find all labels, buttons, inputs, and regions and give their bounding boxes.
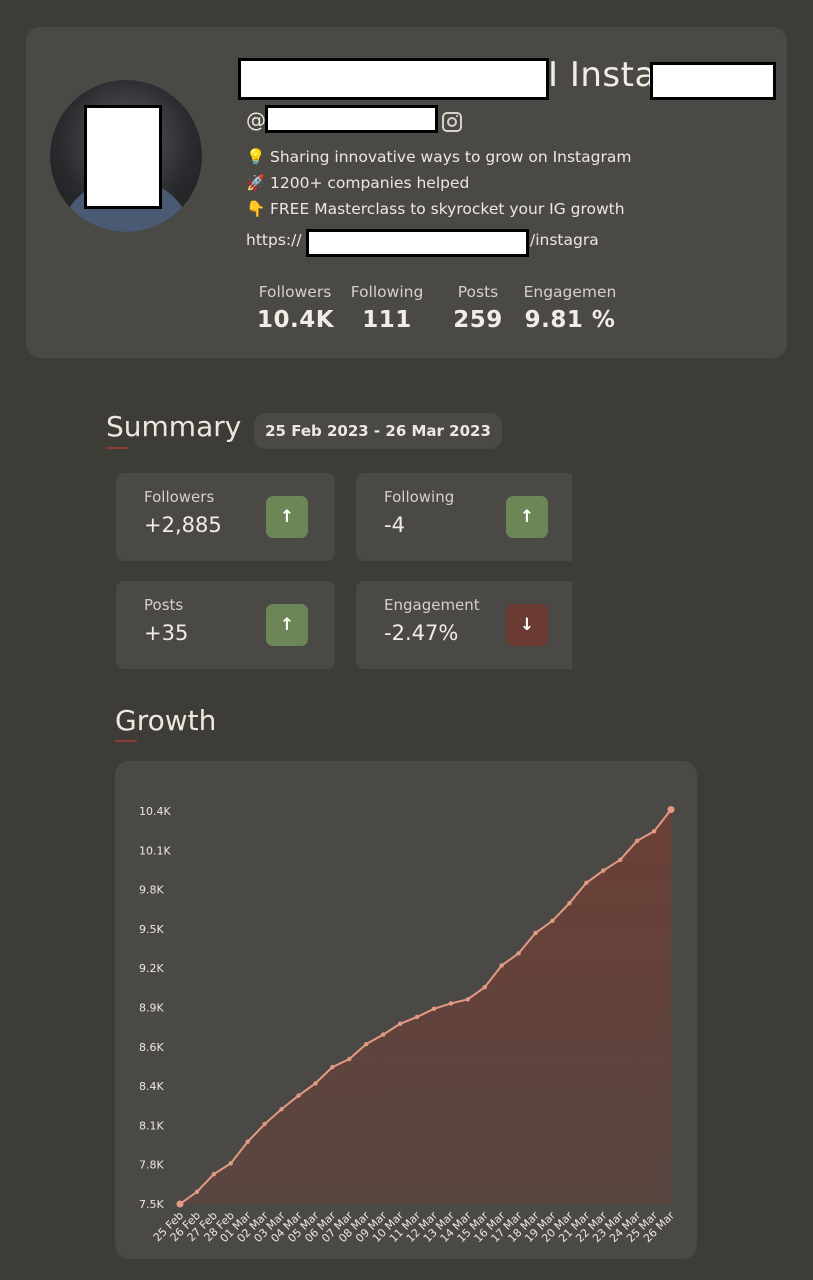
growth-point[interactable] [380, 1032, 386, 1037]
stat-value: 259 [453, 307, 503, 333]
growth-point[interactable] [262, 1121, 267, 1127]
growth-point[interactable] [516, 951, 521, 956]
summary-card-value: -4 [384, 513, 405, 537]
y-tick-label: 10.1K [139, 844, 171, 857]
summary-card-value: -2.47% [384, 621, 459, 645]
stat-value: 111 [362, 307, 412, 333]
summary-card-posts: Posts +35 ↑ [116, 581, 335, 669]
y-tick-label: 8.4K [139, 1080, 164, 1093]
growth-point[interactable] [330, 1064, 335, 1070]
growth-point[interactable] [364, 1041, 369, 1047]
instagram-icon[interactable] [442, 112, 462, 132]
y-tick-label: 10.4K [139, 805, 171, 818]
summary-card-engagement: Engagement -2.47% ↓ [356, 581, 572, 669]
stat-followers: Followers 10.4K [257, 283, 335, 333]
y-tick-label: 9.5K [139, 923, 164, 936]
stat-posts: Posts 259 [446, 283, 510, 333]
bio-line: 💡 Sharing innovative ways to grow on Inst… [246, 148, 631, 166]
summary-card-following: Following -4 ↑ [356, 473, 572, 561]
growth-point[interactable] [176, 1200, 184, 1208]
stat-label: Followers [258, 283, 332, 301]
name-redaction-2 [650, 62, 776, 100]
summary-card-value: +2,885 [144, 513, 222, 537]
growth-area [180, 809, 671, 1204]
pointing-down-icon: 👇 [246, 200, 266, 218]
y-tick-label: 9.8K [139, 884, 164, 897]
avatar-redaction [84, 105, 162, 209]
growth-underline [115, 740, 137, 742]
growth-point[interactable] [499, 963, 504, 968]
handle-prefix: @ [246, 108, 266, 132]
bio-line: 🚀 1200+ companies helped [246, 174, 469, 192]
growth-point[interactable] [414, 1014, 420, 1020]
summary-card-value: +35 [144, 621, 189, 645]
growth-point[interactable] [618, 857, 623, 862]
summary-card-label: Followers [144, 488, 215, 506]
growth-point[interactable] [228, 1161, 233, 1166]
stat-label: Posts [457, 283, 499, 301]
bio-line: 👇 FREE Masterclass to skyrocket your IG g… [246, 200, 625, 218]
growth-point[interactable] [347, 1056, 352, 1062]
summary-underline [106, 447, 128, 449]
y-tick-label: 8.1K [139, 1119, 164, 1132]
growth-point[interactable] [651, 829, 657, 834]
growth-title: Growth [115, 704, 217, 737]
growth-point[interactable] [245, 1139, 250, 1144]
profile-link-suffix[interactable]: /instagra [530, 231, 599, 249]
growth-chart: 7.5K 7.8K 8.1K 8.4K 8.6K 8.9K 9.2K 9.5K 9.8K 10.1… [139, 805, 677, 1245]
growth-point[interactable] [567, 900, 572, 906]
stat-value: 9.81 % [524, 307, 616, 333]
summary-title: Summary [106, 410, 242, 443]
growth-point[interactable] [313, 1081, 318, 1086]
y-tick-label: 7.8K [139, 1159, 164, 1172]
bio-text: 1200+ companies helped [270, 174, 470, 192]
date-range-pill[interactable]: 25 Feb 2023 - 26 Mar 2023 [254, 413, 502, 449]
name-redaction [238, 58, 549, 100]
arrow-up-icon: ↑ [266, 604, 308, 646]
summary-card-label: Posts [144, 596, 184, 614]
y-tick-label: 8.9K [139, 1002, 164, 1015]
arrow-down-icon: ↓ [506, 604, 548, 646]
url-redaction [306, 229, 529, 257]
y-tick-label: 9.2K [139, 962, 164, 975]
y-tick-label: 7.5K [139, 1198, 164, 1211]
stat-label: Following [350, 283, 424, 301]
growth-point[interactable] [296, 1093, 301, 1098]
rocket-icon: 🚀 [246, 174, 266, 192]
profile-name-suffix: I Insta [548, 55, 656, 95]
growth-point[interactable] [533, 930, 538, 936]
growth-point[interactable] [194, 1189, 200, 1195]
y-tick-label: 8.6K [139, 1041, 164, 1054]
growth-point[interactable] [667, 806, 675, 814]
summary-card-followers: Followers +2,885 ↑ [116, 473, 335, 561]
growth-point[interactable] [482, 984, 487, 990]
stat-value: 10.4K [257, 307, 335, 333]
growth-point[interactable] [601, 868, 606, 873]
arrow-up-icon: ↑ [506, 496, 548, 538]
profile-link-prefix[interactable]: https:// [246, 231, 302, 249]
growth-point[interactable] [634, 838, 640, 844]
growth-point[interactable] [397, 1021, 403, 1026]
summary-card-label: Engagement [384, 596, 480, 614]
stat-following: Following 111 [349, 283, 425, 333]
growth-point[interactable] [431, 1006, 437, 1012]
growth-point[interactable] [279, 1106, 284, 1112]
stat-engagement: Engagemen 9.81 % [522, 283, 618, 333]
growth-point[interactable] [584, 880, 589, 886]
avatar[interactable] [50, 80, 202, 232]
growth-point[interactable] [550, 918, 555, 923]
growth-point[interactable] [448, 1001, 454, 1006]
lightbulb-icon: 💡 [246, 148, 266, 166]
growth-chart-card: 7.5K 7.8K 8.1K 8.4K 8.6K 8.9K 9.2K 9.5K 9.8K 10.1… [115, 761, 697, 1259]
bio-text: FREE Masterclass to skyrocket your IG gr… [270, 200, 625, 218]
growth-point[interactable] [465, 997, 471, 1002]
stat-label: Engagemen [523, 283, 617, 301]
handle-redaction [265, 105, 438, 133]
growth-point[interactable] [211, 1171, 217, 1177]
summary-card-label: Following [384, 488, 455, 506]
arrow-up-icon: ↑ [266, 496, 308, 538]
bio-text: Sharing innovative ways to grow on Insta… [270, 148, 632, 166]
